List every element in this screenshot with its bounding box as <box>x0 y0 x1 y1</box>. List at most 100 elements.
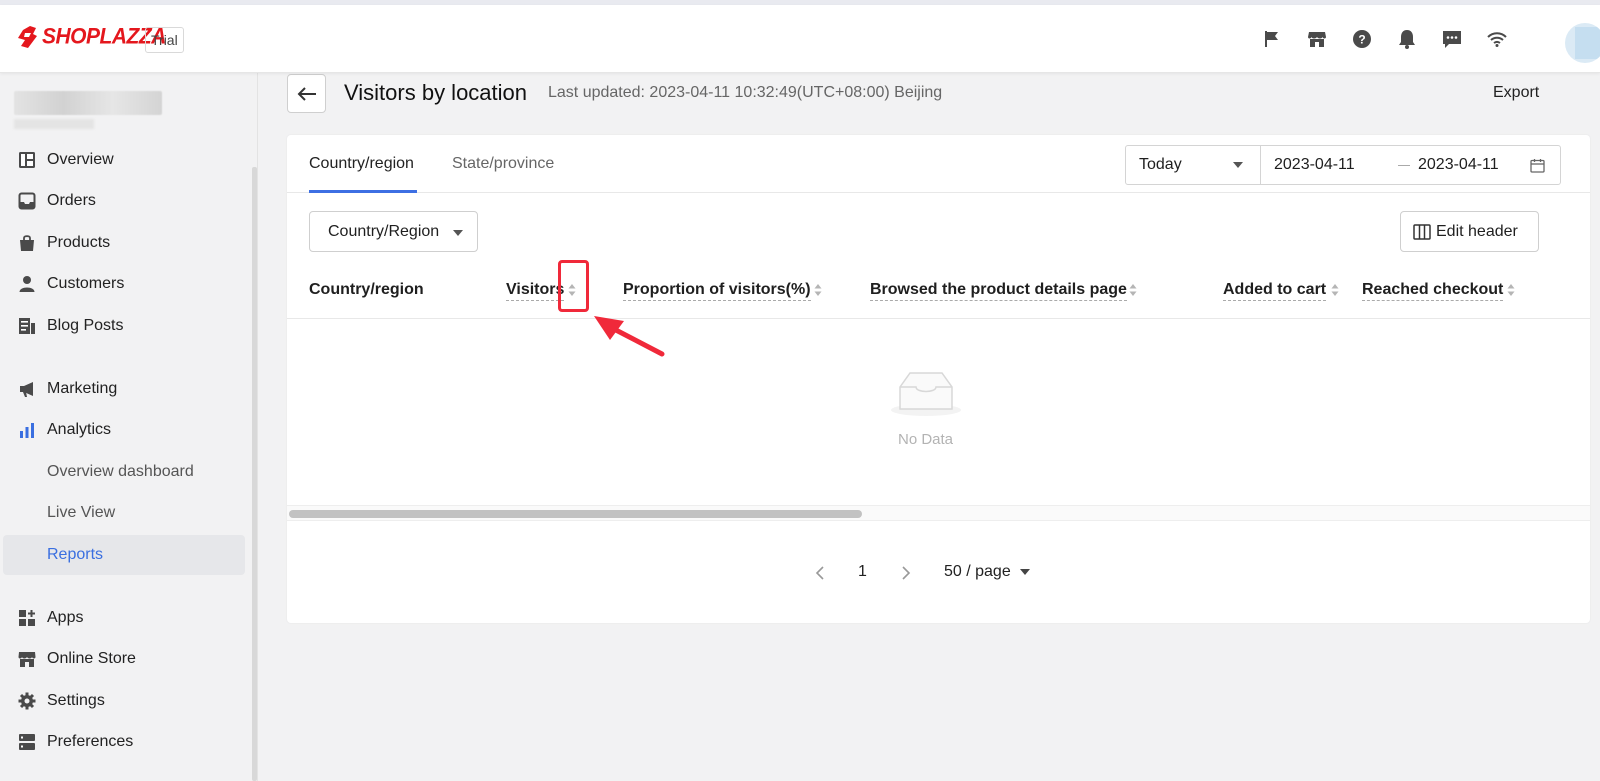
orders-icon <box>18 192 36 210</box>
table-horizontal-scrollbar[interactable] <box>287 505 1590 521</box>
customers-icon <box>19 276 35 292</box>
column-header-country-region: Country/region <box>309 281 424 298</box>
blog-icon <box>19 318 35 334</box>
caret-down-icon <box>453 230 463 236</box>
sidebar: Overview Orders Products Customers Blog … <box>0 73 258 781</box>
sidebar-item-label: Online Store <box>47 650 136 667</box>
date-range-picker: Today 2023-04-11 2023-04-11 <box>1125 145 1561 185</box>
sidebar-subitem-live-view[interactable]: Live View <box>47 493 115 533</box>
products-icon <box>20 235 34 251</box>
calendar-icon[interactable] <box>1530 158 1545 173</box>
sidebar-item-label: Customers <box>47 275 125 292</box>
column-header-visitors[interactable]: Visitors <box>506 281 565 301</box>
end-date-input[interactable]: 2023-04-11 <box>1418 156 1499 174</box>
store-icon[interactable] <box>1306 28 1328 50</box>
sidebar-item-apps[interactable]: Apps <box>0 598 248 638</box>
active-tab-indicator <box>309 190 417 193</box>
sidebar-item-label: Preferences <box>47 733 134 750</box>
chevron-left-icon[interactable] <box>815 565 825 581</box>
page-size-value: 50 / page <box>944 563 1011 580</box>
date-range-select[interactable]: Today <box>1126 146 1261 184</box>
chevron-right-icon[interactable] <box>901 565 911 581</box>
sidebar-item-online-store[interactable]: Online Store <box>0 639 248 679</box>
sidebar-item-analytics[interactable]: Analytics <box>0 410 248 450</box>
column-header-proportion-of-visitors[interactable]: Proportion of visitors(%) <box>623 281 811 301</box>
sidebar-item-orders[interactable]: Orders <box>0 181 248 221</box>
edit-header-label: Edit header <box>1436 223 1518 240</box>
store-name-blurred <box>14 91 162 115</box>
bell-icon[interactable] <box>1396 28 1418 50</box>
country-region-filter-dropdown[interactable]: Country/Region <box>309 211 478 252</box>
report-card: Country/region State/province Today 2023… <box>287 135 1590 623</box>
analytics-icon <box>20 423 34 438</box>
sort-icon[interactable] <box>1129 283 1137 297</box>
scrollbar-thumb[interactable] <box>289 510 862 518</box>
tab-state-province[interactable]: State/province <box>452 155 554 173</box>
back-button[interactable] <box>287 74 326 113</box>
page-size-select[interactable]: 50 / page <box>944 563 1011 581</box>
date-separator <box>1398 165 1410 166</box>
highlight-box-annotation <box>558 260 589 312</box>
user-avatar[interactable] <box>1565 23 1600 63</box>
chat-icon[interactable] <box>1441 28 1463 50</box>
sidebar-item-label: Products <box>47 234 111 251</box>
trial-badge: Trial <box>145 27 184 53</box>
flag-icon[interactable] <box>1261 28 1283 50</box>
sidebar-item-label: Orders <box>47 192 96 209</box>
column-header-added-to-cart[interactable]: Added to cart <box>1223 281 1327 301</box>
sidebar-item-preferences[interactable]: Preferences <box>0 722 248 762</box>
sidebar-item-label: Analytics <box>47 421 112 438</box>
empty-inbox-icon <box>891 372 961 416</box>
tab-country-region[interactable]: Country/region <box>309 155 414 173</box>
page-title: Visitors by location <box>344 80 528 105</box>
overview-icon <box>19 152 35 168</box>
gear-icon <box>18 692 36 710</box>
sort-icon[interactable] <box>1331 283 1339 297</box>
sidebar-subitem-overview-dashboard[interactable]: Overview dashboard <box>47 452 194 492</box>
sort-icon[interactable] <box>814 283 822 297</box>
sidebar-item-products[interactable]: Products <box>0 223 248 263</box>
columns-icon <box>1413 224 1431 240</box>
start-date-input[interactable]: 2023-04-11 <box>1274 156 1355 174</box>
sidebar-scrollbar[interactable] <box>252 167 257 781</box>
store-url-blurred <box>14 119 94 129</box>
column-header-reached-checkout[interactable]: Reached checkout <box>1362 281 1504 301</box>
sidebar-item-label: Marketing <box>47 380 118 397</box>
report-tabs: Country/region State/province Today 2023… <box>287 135 1590 193</box>
online-store-icon <box>18 652 36 667</box>
sidebar-subitem-reports[interactable]: Reports <box>3 535 245 575</box>
caret-down-icon <box>1020 569 1030 575</box>
table-header: Country/region Visitors Proportion of vi… <box>287 267 1590 319</box>
date-range-value: Today <box>1139 156 1182 173</box>
sidebar-item-label: Overview <box>47 151 114 168</box>
brand-logo[interactable]: SHOPLAZZA <box>16 24 166 49</box>
megaphone-icon <box>20 382 33 397</box>
no-data-text: No Data <box>898 431 954 448</box>
sidebar-item-label: Blog Posts <box>47 317 124 334</box>
red-arrow-annotation <box>594 316 665 357</box>
wifi-icon[interactable] <box>1486 28 1508 50</box>
sidebar-item-overview[interactable]: Overview <box>0 140 248 180</box>
sidebar-item-blog-posts[interactable]: Blog Posts <box>0 306 248 346</box>
last-updated-text: Last updated: 2023-04-11 10:32:49(UTC+08… <box>548 84 943 101</box>
sidebar-item-settings[interactable]: Settings <box>0 681 248 721</box>
apps-icon <box>19 610 35 626</box>
sort-icon[interactable] <box>1507 283 1515 297</box>
sidebar-item-label: Apps <box>47 609 84 626</box>
arrow-left-icon <box>297 86 316 101</box>
edit-header-button[interactable]: Edit header <box>1400 211 1539 252</box>
preferences-icon <box>19 734 35 750</box>
sidebar-item-label: Settings <box>47 692 105 709</box>
sidebar-item-customers[interactable]: Customers <box>0 264 248 304</box>
top-bar: SHOPLAZZA Trial ? <box>0 5 1600 73</box>
shoplazza-logo-icon <box>18 26 37 48</box>
help-icon[interactable]: ? <box>1351 28 1373 50</box>
column-header-browsed-product-details[interactable]: Browsed the product details page <box>870 281 1127 301</box>
export-button[interactable]: Export <box>1493 84 1539 102</box>
pagination-current-page[interactable]: 1 <box>858 563 867 581</box>
page-header: Visitors by location Last updated: 2023-… <box>287 74 1577 124</box>
svg-text:?: ? <box>1358 33 1365 47</box>
caret-down-icon <box>1233 162 1243 168</box>
filter-label: Country/Region <box>328 223 440 240</box>
sidebar-item-marketing[interactable]: Marketing <box>0 369 248 409</box>
